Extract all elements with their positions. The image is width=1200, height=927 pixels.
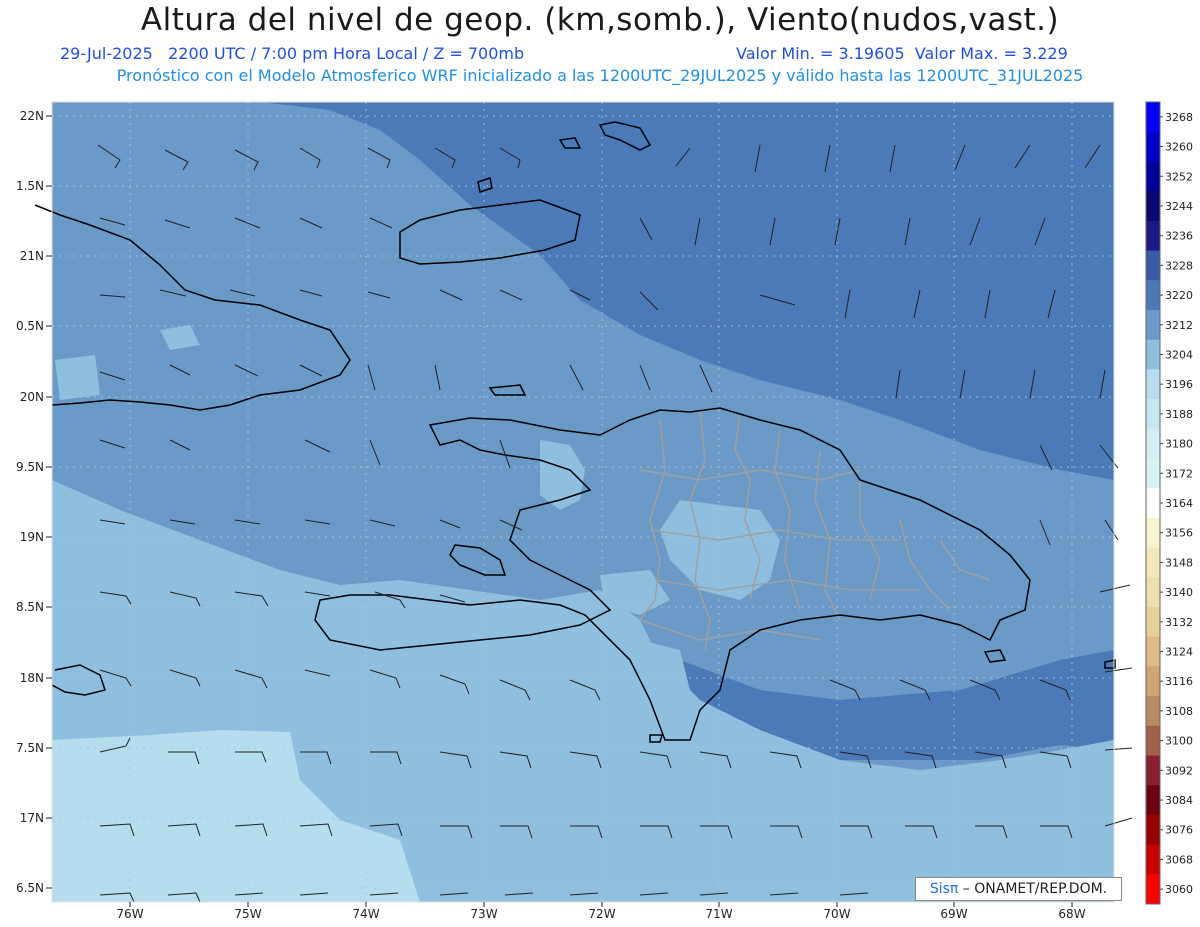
colorbar-label: 3148 — [1165, 556, 1193, 569]
colorbar-swatch — [1146, 102, 1160, 133]
lon-label: 70W — [823, 907, 850, 921]
colorbar-swatch — [1146, 547, 1160, 578]
colorbar-swatch — [1146, 399, 1160, 430]
colorbar-label: 3260 — [1165, 141, 1193, 154]
colorbar-swatch — [1146, 844, 1160, 875]
forecast-map: 22N 1.5N 21N 0.5N 20N 9.5N 19N 8.5N 18N 7.5N 17N 6.… — [16, 101, 1193, 921]
colorbar-label: 3220 — [1165, 289, 1193, 302]
colorbar-label: 3060 — [1165, 883, 1193, 896]
lat-label: 7.5N — [16, 741, 44, 755]
colorbar-swatch — [1146, 369, 1160, 400]
colorbar-swatch — [1146, 577, 1160, 608]
colorbar-swatch — [1146, 250, 1160, 281]
lon-label: 71W — [705, 907, 732, 921]
lat-label: 8.5N — [16, 600, 44, 614]
colorbar-swatch — [1146, 785, 1160, 816]
colorbar-label: 3092 — [1165, 764, 1193, 777]
colorbar-swatch — [1146, 874, 1160, 905]
lat-label: 0.5N — [16, 319, 44, 333]
colorbar-swatch — [1146, 280, 1160, 311]
colorbar-swatch — [1146, 309, 1160, 341]
colorbar-label: 3084 — [1165, 794, 1193, 807]
lon-label: 72W — [588, 907, 615, 921]
lat-label: 9.5N — [16, 460, 44, 474]
colorbar-swatch — [1146, 339, 1160, 370]
colorbar-label: 3196 — [1165, 378, 1193, 391]
colorbar-label: 3068 — [1165, 853, 1193, 866]
lat-label: 17N — [20, 811, 44, 825]
colorbar-swatch — [1146, 636, 1160, 667]
colorbar-label: 3268 — [1165, 111, 1193, 124]
colorbar-label: 3252 — [1165, 170, 1193, 183]
colorbar-label: 3116 — [1165, 675, 1193, 688]
colorbar-label: 3172 — [1165, 467, 1193, 480]
credit-text: – ONAMET/REP.DOM. — [958, 881, 1108, 897]
lat-label: 19N — [20, 530, 44, 544]
colorbar: 3268 3260 3252 3244 3236 3228 3220 3212 3204 3196… — [1145, 101, 1193, 905]
colorbar-swatch — [1146, 428, 1160, 459]
colorbar-label: 3140 — [1165, 586, 1193, 599]
colorbar-label: 3076 — [1165, 824, 1193, 837]
colorbar-swatch — [1146, 161, 1160, 192]
colorbar-swatch — [1146, 814, 1160, 846]
lat-label: 20N — [20, 390, 44, 404]
sispi-logo: Sisπ — [929, 881, 959, 897]
lon-label: 68W — [1058, 907, 1085, 921]
lon-label: 75W — [234, 907, 261, 921]
colorbar-label: 3236 — [1165, 230, 1193, 243]
colorbar-label: 3228 — [1165, 259, 1193, 272]
colorbar-label: 3244 — [1165, 200, 1193, 213]
colorbar-label: 3124 — [1165, 646, 1193, 659]
lon-label: 76W — [116, 907, 143, 921]
colorbar-swatch — [1146, 517, 1160, 549]
colorbar-swatch — [1146, 725, 1160, 756]
colorbar-swatch — [1146, 606, 1160, 638]
latitude-labels: 22N 1.5N 21N 0.5N 20N 9.5N 19N 8.5N 18N 7.5N 17N 6.… — [16, 109, 52, 895]
colorbar-label: 3204 — [1165, 348, 1193, 361]
colorbar-label: 3180 — [1165, 438, 1193, 451]
lat-label: 6.5N — [16, 881, 44, 895]
colorbar-swatch — [1146, 666, 1160, 697]
lon-label: 74W — [352, 907, 379, 921]
colorbar-label: 3108 — [1165, 705, 1193, 718]
colorbar-swatch — [1146, 458, 1160, 489]
colorbar-swatch — [1146, 131, 1160, 162]
lat-label: 22N — [20, 109, 44, 123]
lon-label: 73W — [470, 907, 497, 921]
colorbar-label: 3188 — [1165, 408, 1193, 421]
colorbar-swatch — [1146, 191, 1160, 222]
lat-label: 1.5N — [16, 179, 44, 193]
lat-label: 21N — [20, 249, 44, 263]
colorbar-label: 3212 — [1165, 319, 1193, 332]
colorbar-swatch — [1146, 696, 1160, 727]
colorbar-label: 3156 — [1165, 527, 1193, 540]
colorbar-swatch — [1146, 755, 1160, 786]
colorbar-label: 3132 — [1165, 616, 1193, 629]
colorbar-swatch — [1146, 488, 1160, 519]
longitude-labels: 76W 75W 74W 73W 72W 71W 70W 69W 68W — [116, 902, 1086, 921]
credit-box: Sisπ – ONAMET/REP.DOM. — [915, 877, 1122, 901]
lon-label: 69W — [940, 907, 967, 921]
colorbar-swatch — [1146, 220, 1160, 252]
colorbar-label: 3100 — [1165, 735, 1193, 748]
lat-label: 18N — [20, 671, 44, 685]
colorbar-label: 3164 — [1165, 497, 1193, 510]
